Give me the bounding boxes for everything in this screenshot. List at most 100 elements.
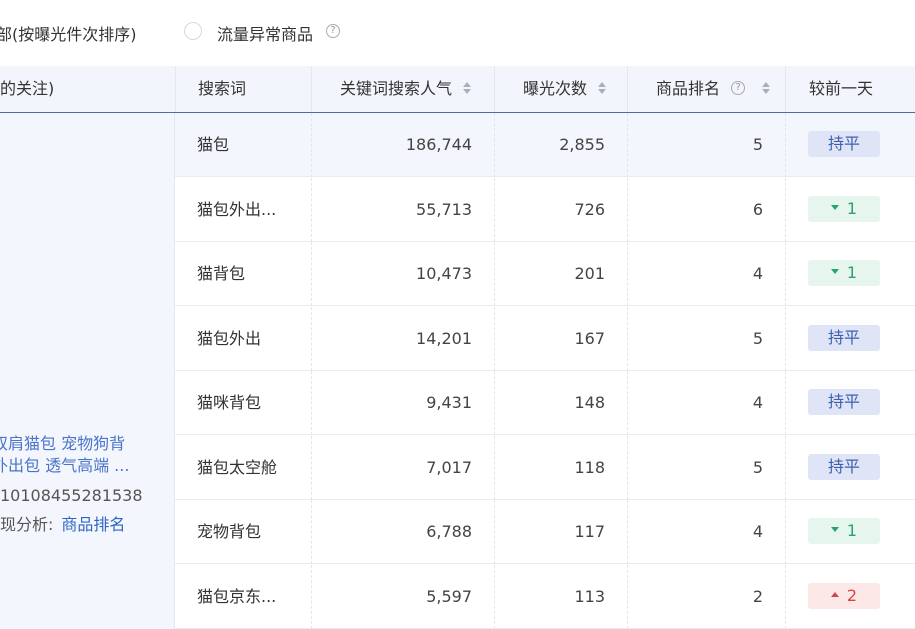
sort-icon[interactable] — [762, 80, 771, 96]
product-rank-link[interactable]: 商品排名 — [61, 515, 125, 534]
header-change-label: 较前一天 — [809, 79, 874, 98]
table-header: 的关注) 搜索词 关键词搜索人气 曝光次数 商品排名 ? 较前一天 — [0, 66, 915, 113]
popularity-cell: 7,017 — [311, 436, 494, 500]
change-cell: 1 — [785, 178, 915, 242]
product-title-link[interactable]: 双肩猫包 宠物狗背 外出包 透气高端 ... — [0, 433, 172, 477]
rank-cell: 4 — [627, 500, 785, 564]
exposure-cell: 726 — [494, 178, 627, 242]
abnormal-traffic-radio[interactable] — [184, 22, 202, 40]
rank-cell: 4 — [627, 371, 785, 435]
exposure-cell: 118 — [494, 436, 627, 500]
exposure-cell: 113 — [494, 565, 627, 629]
table-row[interactable]: 猫包外出 14,201 167 5 持平 — [175, 307, 915, 371]
keyword-cell: 猫背包 — [197, 264, 246, 283]
table-row[interactable]: 宠物背包 6,788 117 4 1 — [175, 500, 915, 564]
change-text: 持平 — [827, 134, 860, 153]
header-product-label: 的关注) — [0, 79, 55, 98]
change-cell: 1 — [785, 242, 915, 306]
change-badge: 持平 — [808, 131, 880, 157]
arrow-down-icon — [830, 269, 839, 274]
sort-by-exposure-option[interactable]: 部(按曝光件次排序) — [0, 21, 137, 45]
header-rank-label: 商品排名 — [656, 79, 721, 98]
arrow-down-icon — [830, 205, 839, 210]
header-popularity[interactable]: 关键词搜索人气 — [311, 66, 494, 112]
rank-cell: 2 — [627, 565, 785, 629]
popularity-cell: 9,431 — [311, 371, 494, 435]
change-cell: 持平 — [785, 371, 915, 435]
table-row[interactable]: 猫包外出... 55,713 726 6 1 — [175, 178, 915, 242]
change-text: 2 — [846, 586, 858, 605]
rank-cell: 5 — [627, 436, 785, 500]
keyword-table: 的关注) 搜索词 关键词搜索人气 曝光次数 商品排名 ? 较前一天 双肩猫包 宠… — [0, 66, 915, 629]
table-row[interactable]: 猫背包 10,473 201 4 1 — [175, 242, 915, 306]
change-badge: 1 — [808, 196, 880, 222]
keyword-cell: 宠物背包 — [197, 522, 262, 541]
header-exposure-label: 曝光次数 — [523, 79, 588, 98]
rank-cell: 4 — [627, 242, 785, 306]
change-badge: 2 — [808, 583, 880, 609]
help-icon[interactable]: ? — [731, 80, 746, 95]
keyword-cell: 猫包京东... — [197, 587, 277, 606]
exposure-cell: 2,855 — [494, 113, 627, 177]
product-id: 10108455281538 — [0, 486, 143, 505]
popularity-cell: 6,788 — [311, 500, 494, 564]
table-row[interactable]: 猫包太空舱 7,017 118 5 持平 — [175, 436, 915, 500]
exposure-cell: 148 — [494, 371, 627, 435]
sort-icon[interactable] — [598, 80, 607, 96]
abnormal-traffic-label[interactable]: 流量异常商品 — [217, 21, 313, 45]
sort-icon[interactable] — [463, 80, 472, 96]
exposure-cell: 201 — [494, 242, 627, 306]
change-cell: 持平 — [785, 307, 915, 371]
product-analysis: 现分析: 商品排名 — [0, 511, 125, 535]
product-title-line: 双肩猫包 宠物狗背 — [0, 434, 126, 453]
rank-cell: 5 — [627, 113, 785, 177]
filter-bar: 部(按曝光件次排序) 流量异常商品 ? — [0, 0, 915, 66]
change-text: 持平 — [827, 328, 860, 347]
header-popularity-label: 关键词搜索人气 — [340, 79, 453, 98]
rank-cell: 6 — [627, 178, 785, 242]
header-rank[interactable]: 商品排名 ? — [627, 66, 785, 112]
keyword-analysis-page: 部(按曝光件次排序) 流量异常商品 ? 的关注) 搜索词 关键词搜索人气 曝光次… — [0, 0, 915, 629]
arrow-down-icon — [830, 527, 839, 532]
keyword-cell: 猫包外出 — [197, 329, 262, 348]
change-cell: 持平 — [785, 436, 915, 500]
header-product: 的关注) — [0, 66, 175, 112]
change-text: 1 — [846, 199, 858, 218]
keyword-cell: 猫包太空舱 — [197, 458, 278, 477]
analysis-label: 现分析: — [0, 515, 54, 534]
exposure-cell: 117 — [494, 500, 627, 564]
change-text: 1 — [846, 263, 858, 282]
product-cell: 双肩猫包 宠物狗背 外出包 透气高端 ... 10108455281538 现分… — [0, 113, 175, 629]
change-badge: 持平 — [808, 389, 880, 415]
change-badge: 1 — [808, 260, 880, 286]
change-text: 1 — [846, 521, 858, 540]
table-row[interactable]: 猫咪背包 9,431 148 4 持平 — [175, 371, 915, 435]
arrow-up-icon — [830, 592, 839, 597]
keyword-cell: 猫包外出... — [197, 200, 277, 219]
popularity-cell: 5,597 — [311, 565, 494, 629]
change-cell: 2 — [785, 565, 915, 629]
header-change: 较前一天 — [785, 66, 915, 112]
header-keyword: 搜索词 — [175, 66, 311, 112]
keyword-cell: 猫包 — [197, 135, 230, 154]
header-exposure[interactable]: 曝光次数 — [494, 66, 627, 112]
header-keyword-label: 搜索词 — [198, 79, 247, 98]
popularity-cell: 186,744 — [311, 113, 494, 177]
help-icon[interactable]: ? — [326, 24, 340, 38]
keyword-cell: 猫咪背包 — [197, 393, 262, 412]
popularity-cell: 55,713 — [311, 178, 494, 242]
popularity-cell: 10,473 — [311, 242, 494, 306]
change-text: 持平 — [827, 392, 860, 411]
product-title-line: 外出包 透气高端 ... — [0, 456, 130, 475]
change-badge: 持平 — [808, 454, 880, 480]
change-cell: 1 — [785, 500, 915, 564]
change-badge: 1 — [808, 518, 880, 544]
rank-cell: 5 — [627, 307, 785, 371]
exposure-cell: 167 — [494, 307, 627, 371]
change-badge: 持平 — [808, 325, 880, 351]
table-row[interactable]: 猫包京东... 5,597 113 2 2 — [175, 565, 915, 629]
popularity-cell: 14,201 — [311, 307, 494, 371]
change-cell: 持平 — [785, 113, 915, 177]
change-text: 持平 — [827, 457, 860, 476]
table-row[interactable]: 猫包 186,744 2,855 5 持平 — [175, 113, 915, 177]
